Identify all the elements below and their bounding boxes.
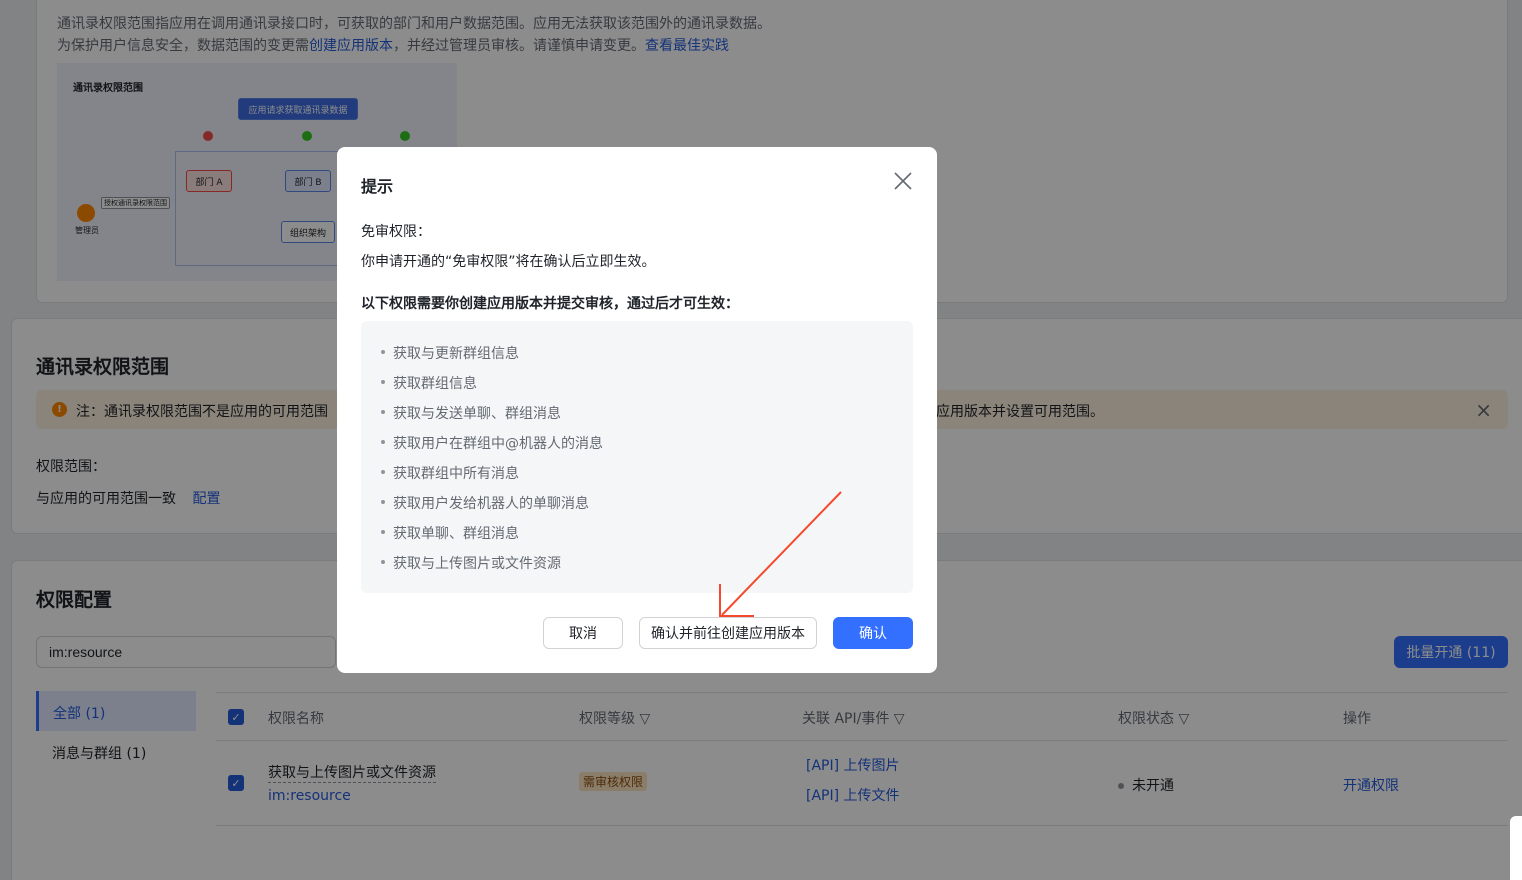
list-item: 获取与更新群组信息 (381, 343, 519, 363)
close-icon[interactable] (891, 169, 915, 193)
annotation-arrow-icon (719, 491, 842, 617)
scroll-edge (1510, 816, 1522, 880)
cancel-button[interactable]: 取消 (543, 617, 623, 649)
list-item: 获取用户在群组中@机器人的消息 (381, 433, 603, 453)
exempt-body: 你申请开通的“免审权限”将在确认后立即生效。 (361, 254, 656, 270)
list-item: 获取单聊、群组消息 (381, 523, 519, 543)
list-item: 获取群组中所有消息 (381, 463, 519, 483)
exempt-title: 免审权限： (361, 224, 431, 240)
list-item: 获取用户发给机器人的单聊消息 (381, 493, 589, 513)
review-title: 以下权限需要你创建应用版本并提交审核，通过后才可生效： (361, 296, 739, 312)
dialog-title: 提示 (361, 177, 394, 196)
list-item: 获取与发送单聊、群组消息 (381, 403, 561, 423)
list-item: 获取与上传图片或文件资源 (381, 553, 561, 573)
list-item: 获取群组信息 (381, 373, 477, 393)
